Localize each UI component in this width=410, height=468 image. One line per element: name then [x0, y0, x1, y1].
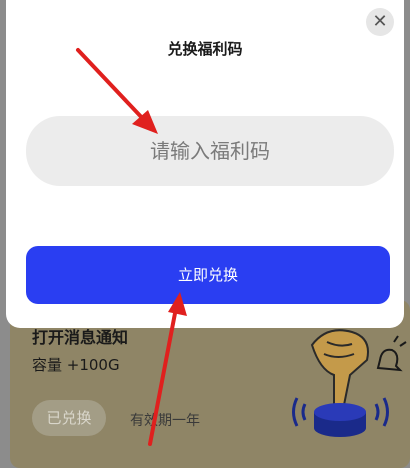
redeem-code-dialog: ✕ 兑换福利码 立即兑换 — [6, 0, 404, 328]
redeemed-button[interactable]: 已兑换 — [32, 400, 106, 436]
close-button[interactable]: ✕ — [366, 8, 394, 36]
hand-press-bell-icon — [292, 329, 407, 437]
code-input[interactable] — [26, 116, 394, 186]
dialog-title: 兑换福利码 — [167, 40, 243, 58]
validity-text: 有效期一年 — [130, 413, 200, 429]
close-icon: ✕ — [372, 11, 388, 32]
card-reward: 容量 +100G — [32, 356, 120, 374]
redeem-now-button[interactable]: 立即兑换 — [26, 246, 390, 304]
